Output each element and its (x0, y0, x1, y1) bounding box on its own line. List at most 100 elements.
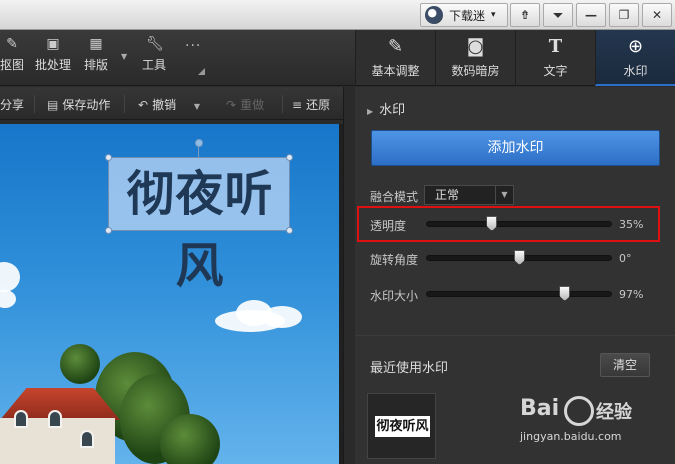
undo-label: 撤销 (152, 98, 177, 112)
close-icon: ✕ (651, 8, 663, 22)
brand-logo-icon (425, 6, 443, 24)
cloud (262, 306, 302, 328)
brand-dropdown[interactable]: 下载迷 ▾ (420, 3, 508, 27)
undo-dropdown-icon[interactable]: ▼ (194, 102, 200, 111)
vertical-scrollbar[interactable] (343, 87, 355, 464)
baidu-brand-cn: 经验 (596, 402, 632, 423)
tab-text[interactable]: T 文字 (515, 30, 595, 86)
divider (34, 95, 35, 113)
blend-mode-label: 融合模式 (370, 190, 419, 204)
section-header[interactable]: ▶ 水印 (367, 99, 405, 118)
divider (282, 95, 283, 113)
baidu-jingyan-watermark: Bai 经验 jingyan.baidu.com (520, 396, 670, 456)
more-tools-icon[interactable]: ··· (185, 38, 201, 54)
blend-mode-select[interactable]: 正常 ▼ (424, 185, 514, 205)
size-label: 水印大小 (370, 289, 419, 303)
undo-icon: ↶ (138, 98, 149, 112)
restore-label: 还原 (306, 98, 331, 112)
canvas-area[interactable]: 彻夜听风 (0, 124, 343, 464)
action-bar: 分享 ▤ 保存动作 ↶ 撤销 ▼ ↷ 重做 ≡ 还原 (0, 87, 343, 120)
tab-label: 文字 (543, 64, 568, 78)
rotation-thumb[interactable] (514, 250, 525, 265)
tool-label: 排版 (83, 58, 108, 72)
recent-watermark-text: 彻夜听风 (375, 416, 430, 437)
tab-label: 数码暗房 (451, 64, 500, 78)
batch-icon: ▣ (46, 36, 60, 52)
tree (60, 344, 100, 384)
tool-layout[interactable]: ▦ 排版 (76, 36, 116, 73)
restore-icon: ❐ (618, 8, 630, 22)
watermark-text: 彻夜听风 (126, 166, 274, 294)
restore-icon: ≡ (292, 98, 303, 112)
expand-corner-icon[interactable] (198, 68, 205, 75)
main-toolbar: ✎ 抠图 ▣ 批处理 ▦ 排版 ▼ 🔧︎ 工具 ··· (0, 30, 355, 86)
arrow-down-icon: ⏷ (553, 7, 563, 22)
watermark-object[interactable]: 彻夜听风 (105, 154, 293, 294)
rotation-slider[interactable] (426, 250, 612, 265)
save-icon: ▤ (47, 98, 59, 112)
resize-handle[interactable] (286, 154, 293, 161)
share-button[interactable]: 分享 (0, 96, 24, 113)
rotate-line (198, 147, 199, 157)
tool-batch[interactable]: ▣ 批处理 (33, 36, 73, 73)
tab-label: 基本调整 (371, 64, 420, 78)
opacity-label: 透明度 (370, 219, 407, 233)
rotate-handle[interactable] (195, 139, 203, 147)
minimize-icon: — (585, 8, 597, 22)
redo-icon: ↷ (226, 98, 237, 112)
baidu-url: jingyan.baidu.com (520, 430, 622, 443)
house-window (14, 410, 28, 428)
tab-watermark[interactable]: ⊕ 水印 (595, 30, 675, 86)
text-icon: T (548, 36, 563, 57)
brand-label: 下载迷 (449, 8, 486, 23)
clear-button[interactable]: 清空 (600, 353, 650, 377)
recent-watermark-item[interactable]: 彻夜听风 (367, 393, 436, 459)
tool-cutout[interactable]: ✎ 抠图 (0, 36, 32, 73)
opacity-value: 35% (619, 218, 644, 231)
tool-tools[interactable]: 🔧︎ 工具 (134, 36, 174, 73)
house-window (80, 430, 94, 448)
rotation-value: 0° (619, 252, 632, 265)
tree (160, 414, 220, 464)
layout-icon: ▦ (89, 36, 103, 52)
blend-mode-value: 正常 (435, 188, 460, 202)
restore-button[interactable]: ≡ 还原 (292, 96, 330, 113)
cloud (0, 290, 16, 308)
dropdown-button[interactable]: ⏷ (543, 3, 573, 27)
size-thumb[interactable] (559, 286, 571, 301)
baidu-brand: Bai (520, 396, 560, 421)
rotation-label: 旋转角度 (370, 253, 419, 267)
resize-handle[interactable] (105, 227, 112, 234)
restore-button[interactable]: ❐ (609, 3, 639, 27)
resize-handle[interactable] (286, 227, 293, 234)
resize-handle[interactable] (105, 154, 112, 161)
upload-icon: ⇮ (519, 8, 531, 22)
expand-triangle-icon: ▶ (367, 107, 374, 116)
tab-digital-darkroom[interactable]: ◙ 数码暗房 (435, 30, 515, 86)
edit-icon: ✎ (387, 36, 404, 57)
save-action-label: 保存动作 (62, 98, 111, 112)
layout-dropdown-icon[interactable]: ▼ (121, 52, 127, 61)
baidu-paw-icon (564, 396, 594, 426)
add-watermark-button[interactable]: 添加水印 (371, 130, 660, 166)
wrench-icon: 🔧︎ (146, 36, 164, 52)
cloud (0, 262, 20, 292)
size-slider[interactable] (426, 286, 612, 301)
redo-label: 重做 (240, 98, 265, 112)
tool-label: 抠图 (0, 58, 24, 72)
divider (355, 335, 675, 336)
panel-tabs: ✎ 基本调整 ◙ 数码暗房 T 文字 ⊕ 水印 (355, 30, 675, 86)
undo-button[interactable]: ↶ 撤销 ▼ (138, 96, 200, 113)
chevron-down-icon: ▾ (491, 10, 496, 20)
upload-button[interactable]: ⇮ (510, 3, 540, 27)
watermark-icon: ⊕ (627, 36, 644, 57)
opacity-slider[interactable] (426, 216, 612, 231)
tab-basic-adjust[interactable]: ✎ 基本调整 (355, 30, 435, 86)
tool-label: 工具 (141, 58, 166, 72)
minimize-button[interactable]: — (576, 3, 606, 27)
save-action-button[interactable]: ▤ 保存动作 (47, 96, 110, 113)
house-window (48, 410, 62, 428)
recent-watermarks-title: 最近使用水印 (370, 361, 449, 376)
close-button[interactable]: ✕ (642, 3, 672, 27)
pin-icon: ✎ (6, 36, 18, 52)
